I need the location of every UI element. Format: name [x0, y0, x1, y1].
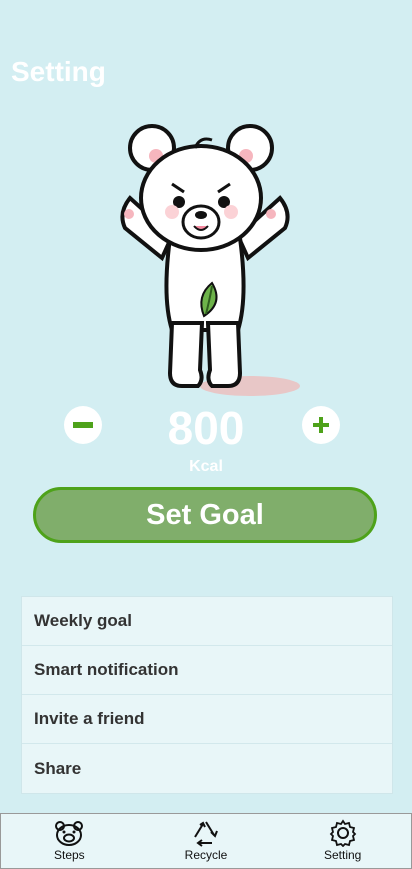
bear-mascot — [100, 118, 310, 403]
goal-unit: Kcal — [189, 458, 223, 475]
increase-goal-button[interactable] — [302, 406, 340, 444]
pig-icon — [55, 821, 84, 846]
page-title: Setting — [11, 56, 106, 87]
bottom-tab-bar: Steps Recycle Setting — [0, 813, 412, 869]
tab-steps[interactable]: Steps — [1, 814, 138, 868]
tab-recycle-label: Recycle — [184, 848, 228, 862]
menu-item-weekly-goal[interactable]: Weekly goal — [22, 597, 392, 646]
settings-menu: Weekly goal Smart notification Invite a … — [21, 596, 393, 794]
goal-value: 800 — [167, 402, 245, 454]
menu-item-invite-friend[interactable]: Invite a friend — [22, 695, 392, 744]
tab-setting-label: Setting — [324, 848, 362, 862]
set-goal-button[interactable]: Set Goal — [33, 487, 377, 543]
menu-item-share[interactable]: Share — [22, 744, 392, 793]
plus-icon — [313, 417, 329, 433]
tab-setting[interactable]: Setting — [274, 814, 411, 868]
tab-recycle[interactable]: Recycle — [138, 814, 275, 868]
menu-item-smart-notification[interactable]: Smart notification — [22, 646, 392, 695]
recycle-icon — [194, 821, 218, 847]
tab-steps-label: Steps — [53, 848, 85, 862]
gear-icon — [329, 819, 356, 847]
